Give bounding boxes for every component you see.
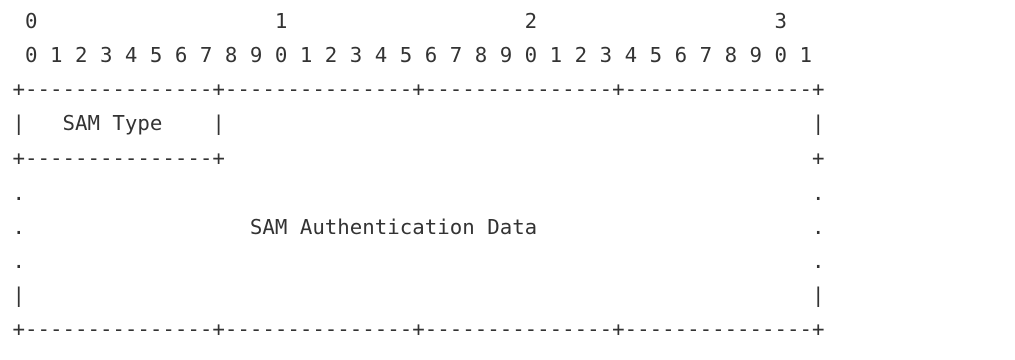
bit-index-ruler: 0 1 2 3 4 5 6 7 8 9 0 1 2 3 4 5 6 7 8 9 … [0, 43, 813, 67]
auth-data-label-row: . SAM Authentication Data . [0, 215, 825, 239]
auth-data-row-4: | | [0, 283, 825, 307]
sam-type-field-row: | SAM Type | | [0, 111, 825, 135]
packet-format-diagram: 0 1 2 3 0 1 2 3 4 5 6 7 8 9 0 1 2 3 4 5 … [0, 0, 1015, 360]
octet-tens-ruler: 0 1 2 3 [0, 9, 788, 33]
bottom-border: +---------------+---------------+-------… [0, 317, 825, 341]
sam-type-lower-border: +---------------+ + [0, 146, 825, 170]
top-border: +---------------+---------------+-------… [0, 77, 825, 101]
auth-data-row-1: . . [0, 181, 825, 205]
auth-data-row-3: . . [0, 249, 825, 273]
